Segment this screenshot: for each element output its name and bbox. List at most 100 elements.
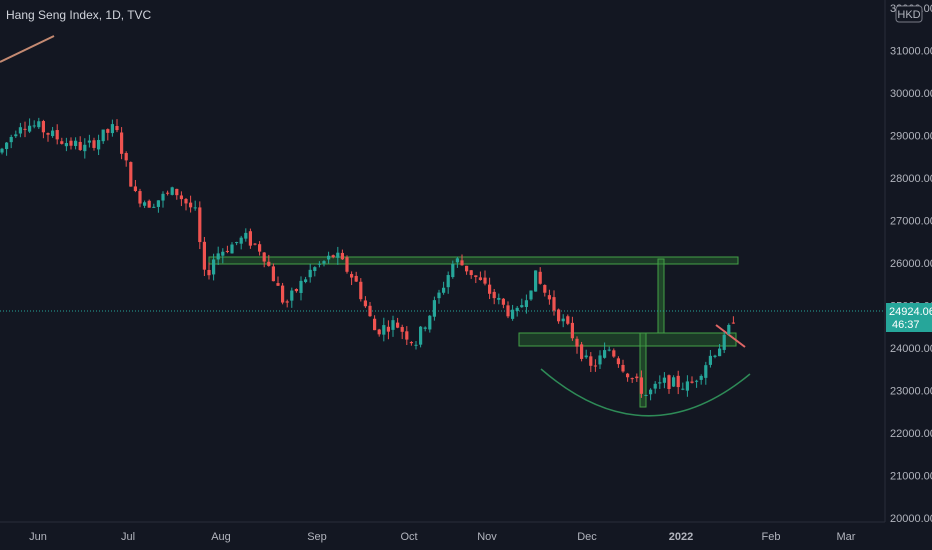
- candle-up: [727, 324, 731, 334]
- candle-down: [474, 275, 478, 278]
- candle-down: [465, 265, 469, 272]
- candle-down: [630, 378, 634, 380]
- candle-down: [363, 300, 367, 307]
- candle-down: [460, 260, 464, 266]
- time-tick-label: Sep: [307, 531, 327, 543]
- candle-down: [359, 281, 363, 300]
- candle-down: [731, 322, 735, 324]
- candle-down: [373, 318, 377, 331]
- candle-up: [14, 134, 18, 137]
- measured-move-bar-right[interactable]: [657, 258, 665, 334]
- candle-up: [561, 318, 565, 322]
- candle-up: [699, 375, 703, 380]
- candle-down: [115, 126, 119, 131]
- candle-up: [51, 130, 55, 137]
- candle-up: [317, 263, 321, 265]
- candle-up: [313, 267, 317, 271]
- candle-down: [281, 285, 285, 303]
- candle-down: [166, 192, 170, 194]
- candle-down: [60, 141, 64, 144]
- candle-down: [377, 329, 381, 335]
- candle-up: [695, 380, 699, 382]
- time-tick-label: Jun: [29, 531, 47, 543]
- candle-up: [708, 355, 712, 365]
- candle-down: [285, 301, 289, 303]
- candle-up: [239, 237, 243, 244]
- candle-down: [409, 342, 413, 344]
- candle-up: [193, 207, 197, 209]
- candle-down: [566, 316, 570, 324]
- candle-up: [603, 350, 607, 358]
- chart-title: Hang Seng Index, 1D, TVC: [6, 8, 152, 22]
- price-chart[interactable]: 20000.00 21000.00 22000.00 23000.00 24000.00…: [0, 0, 932, 550]
- price-tick-label: 26000.00: [890, 258, 932, 270]
- candle-up: [322, 261, 326, 264]
- lower-support-zone[interactable]: [518, 332, 737, 347]
- candle-down: [41, 121, 45, 133]
- candle-up: [152, 206, 156, 208]
- candle-up: [327, 255, 331, 260]
- candle-up: [497, 297, 501, 300]
- candle-up: [299, 280, 303, 293]
- candle-up: [87, 140, 91, 143]
- candle-up: [83, 144, 87, 152]
- price-tick-label: 24000.00: [890, 343, 932, 355]
- time-tick-label: Nov: [477, 531, 497, 543]
- time-tick-label: Jul: [121, 531, 135, 543]
- candle-up: [713, 355, 717, 357]
- price-tick-label: 23000.00: [890, 386, 932, 398]
- candle-down: [639, 377, 643, 394]
- candle-up: [446, 275, 450, 288]
- candle-up: [97, 139, 101, 150]
- candle-up: [455, 258, 459, 263]
- time-tick-label: Feb: [762, 531, 781, 543]
- candle-up: [722, 334, 726, 350]
- candle-down: [483, 277, 487, 284]
- candle-down: [106, 129, 110, 133]
- candle-down: [175, 188, 179, 196]
- price-tick-label: 21000.00: [890, 471, 932, 483]
- candle-up: [170, 187, 174, 195]
- candle-up: [432, 300, 436, 317]
- candle-down: [184, 198, 188, 204]
- candle-down: [340, 252, 344, 260]
- price-tick-label: 30000.00: [890, 88, 932, 100]
- candle-up: [428, 315, 432, 330]
- candle-down: [469, 270, 473, 276]
- candle-up: [304, 279, 308, 283]
- candle-up: [391, 320, 395, 330]
- price-tick-label: 20000.00: [890, 513, 932, 525]
- candle-down: [386, 326, 390, 332]
- candle-down: [124, 153, 128, 161]
- candle-up: [423, 327, 427, 329]
- candle-up: [64, 143, 68, 147]
- candle-up: [37, 121, 41, 128]
- candle-up: [161, 193, 165, 201]
- candle-up: [451, 263, 455, 278]
- candle-up: [653, 383, 657, 389]
- candle-up: [529, 290, 533, 300]
- candle-down: [138, 191, 142, 204]
- candle-down: [396, 322, 400, 328]
- candle-up: [74, 140, 78, 147]
- candle-down: [23, 128, 27, 130]
- time-tick-label: Aug: [211, 531, 231, 543]
- candle-down: [46, 133, 50, 135]
- candle-down: [78, 141, 82, 150]
- candle-down: [350, 274, 354, 278]
- candle-down: [133, 186, 137, 192]
- time-tick-label: Dec: [577, 531, 597, 543]
- candle-down: [345, 257, 349, 272]
- candle-up: [704, 365, 708, 378]
- candle-up: [382, 325, 386, 335]
- candle-up: [336, 252, 340, 258]
- candle-down: [225, 250, 229, 252]
- candle-up: [511, 309, 515, 319]
- candle-down: [147, 200, 151, 208]
- candle-down: [557, 309, 561, 322]
- candle-down: [354, 275, 358, 282]
- candle-down: [198, 207, 202, 243]
- candle-down: [120, 132, 124, 154]
- candle-down: [589, 356, 593, 366]
- candle-up: [419, 326, 423, 345]
